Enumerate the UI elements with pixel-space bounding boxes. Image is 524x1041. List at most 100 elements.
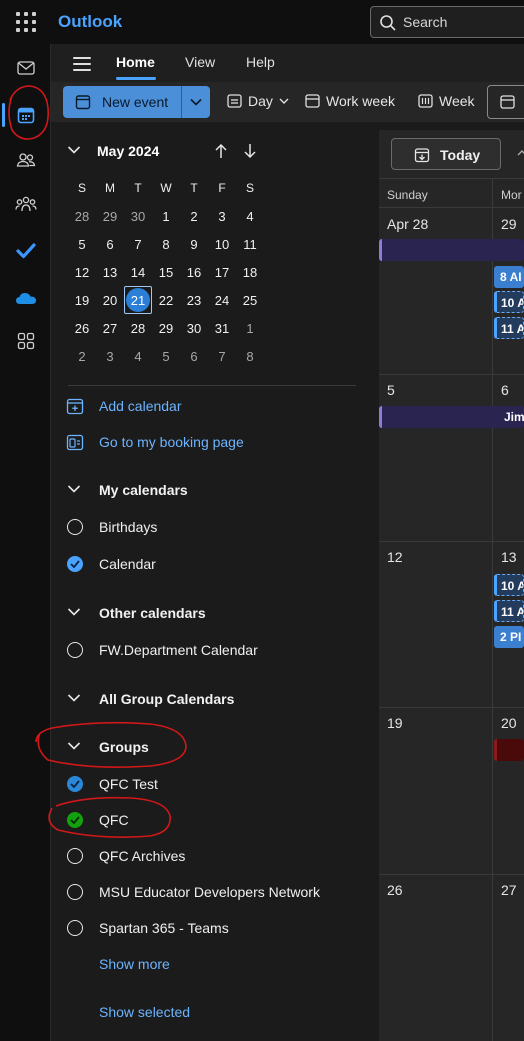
tab-view[interactable]: View bbox=[185, 54, 215, 70]
people-icon[interactable] bbox=[8, 142, 44, 178]
calendar-icon[interactable] bbox=[8, 97, 44, 133]
mini-calendar-day[interactable]: 19 bbox=[68, 286, 96, 314]
up-arrow-icon[interactable] bbox=[517, 148, 524, 158]
mini-calendar-day-number: 2 bbox=[190, 208, 198, 224]
mini-calendar-day[interactable]: 11 bbox=[236, 230, 264, 258]
mini-calendar-day[interactable]: 30 bbox=[124, 202, 152, 230]
mini-calendar-day[interactable]: 29 bbox=[152, 314, 180, 342]
mini-calendar-day-number: 28 bbox=[130, 320, 146, 336]
search-placeholder: Search bbox=[403, 14, 448, 30]
new-event-button[interactable]: New event bbox=[63, 86, 210, 118]
day-cell-label[interactable]: 27 bbox=[501, 882, 517, 898]
mini-calendar-day[interactable]: 18 bbox=[236, 258, 264, 286]
all-group-calendars-label: All Group Calendars bbox=[99, 691, 235, 707]
search-box[interactable]: Search bbox=[370, 6, 524, 38]
mini-calendar-day[interactable]: 26 bbox=[68, 314, 96, 342]
mini-calendar-day[interactable]: 3 bbox=[208, 202, 236, 230]
mini-calendar-day[interactable]: 30 bbox=[180, 314, 208, 342]
mini-calendar-day[interactable]: 8 bbox=[152, 230, 180, 258]
all-day-event[interactable] bbox=[379, 239, 524, 261]
chevron-down-icon bbox=[279, 98, 289, 104]
day-cell-label[interactable]: 5 bbox=[387, 382, 395, 398]
day-cell-label[interactable]: 13 bbox=[501, 549, 517, 565]
day-cell-label[interactable]: 19 bbox=[387, 715, 403, 731]
mini-calendar-day[interactable]: 5 bbox=[152, 342, 180, 370]
mini-calendar-day[interactable]: 22 bbox=[152, 286, 180, 314]
day-cell-label[interactable]: Apr 28 bbox=[387, 216, 428, 232]
tentative-event[interactable]: 10 A bbox=[494, 291, 524, 313]
mini-calendar-day[interactable]: 15 bbox=[152, 258, 180, 286]
mini-calendar-day[interactable]: 6 bbox=[96, 230, 124, 258]
mini-calendar-day-number: 24 bbox=[214, 292, 230, 308]
app-title[interactable]: Outlook bbox=[58, 12, 122, 32]
mini-calendar-day[interactable]: 17 bbox=[208, 258, 236, 286]
mini-calendar-day[interactable]: 28 bbox=[68, 202, 96, 230]
tentative-event[interactable]: 11 A bbox=[494, 600, 524, 622]
work-week-view-button[interactable]: Work week bbox=[305, 93, 395, 109]
tentative-event[interactable]: 10 A bbox=[494, 574, 524, 596]
mini-calendar-day[interactable]: 5 bbox=[68, 230, 96, 258]
show-selected-link[interactable]: Show selected bbox=[99, 1004, 190, 1020]
mini-calendar-day[interactable]: 27 bbox=[96, 314, 124, 342]
mini-calendar-day[interactable]: 2 bbox=[68, 342, 96, 370]
day-cell-label[interactable]: 6 bbox=[501, 382, 509, 398]
app-launcher-icon[interactable] bbox=[14, 10, 38, 34]
mini-calendar-day[interactable]: 4 bbox=[236, 202, 264, 230]
mini-calendar-day[interactable]: 13 bbox=[96, 258, 124, 286]
day-cell-label[interactable]: 12 bbox=[387, 549, 403, 565]
mini-calendar-day[interactable]: 9 bbox=[180, 230, 208, 258]
show-more-link[interactable]: Show more bbox=[99, 956, 170, 972]
mini-calendar-day[interactable]: 7 bbox=[208, 342, 236, 370]
tab-home[interactable]: Home bbox=[116, 54, 155, 70]
mini-calendar-day[interactable]: 1 bbox=[152, 202, 180, 230]
mini-calendar-day[interactable]: 10 bbox=[208, 230, 236, 258]
mini-calendar-day[interactable]: 29 bbox=[96, 202, 124, 230]
tab-home-underline bbox=[116, 77, 156, 80]
calendar-event[interactable] bbox=[494, 739, 524, 761]
mini-calendar-day[interactable]: 2 bbox=[180, 202, 208, 230]
mini-calendar-day[interactable]: 3 bbox=[96, 342, 124, 370]
tentative-event[interactable]: 11 A bbox=[494, 317, 524, 339]
day-view-button[interactable]: Day bbox=[227, 93, 289, 109]
day-cell-label[interactable]: 29 bbox=[501, 216, 517, 232]
mini-calendar-day[interactable]: 12 bbox=[68, 258, 96, 286]
mini-calendar-day[interactable]: 16 bbox=[180, 258, 208, 286]
day-cell-label[interactable]: 20 bbox=[501, 715, 517, 731]
groups-icon[interactable] bbox=[8, 187, 44, 223]
all-day-event[interactable]: Jim bbox=[379, 406, 524, 428]
month-view-button[interactable] bbox=[487, 85, 524, 119]
today-button[interactable]: Today bbox=[391, 138, 501, 170]
mini-calendar-day[interactable]: 8 bbox=[236, 342, 264, 370]
mini-calendar-day[interactable]: 31 bbox=[208, 314, 236, 342]
weekday-label: T bbox=[190, 181, 198, 195]
other-calendars-label: Other calendars bbox=[99, 605, 206, 621]
mini-calendar-day[interactable]: 20 bbox=[96, 286, 124, 314]
mini-calendar-title[interactable]: May 2024 bbox=[97, 143, 159, 159]
mini-calendar-day[interactable]: 24 bbox=[208, 286, 236, 314]
more-apps-icon[interactable] bbox=[8, 323, 44, 359]
collapse-chevron-icon[interactable] bbox=[67, 145, 81, 155]
mail-icon[interactable] bbox=[8, 50, 44, 86]
my-calendars-label: My calendars bbox=[99, 482, 188, 498]
mini-calendar-day[interactable]: 25 bbox=[236, 286, 264, 314]
onedrive-cloud-icon[interactable] bbox=[8, 280, 44, 316]
mini-calendar-day[interactable]: 4 bbox=[124, 342, 152, 370]
mini-calendar-day[interactable]: 23 bbox=[180, 286, 208, 314]
week-divider bbox=[379, 541, 524, 542]
mini-calendar-today[interactable]: 21 bbox=[124, 286, 152, 314]
week-view-button[interactable]: Week bbox=[418, 93, 475, 109]
previous-month-arrow-icon[interactable] bbox=[214, 143, 228, 159]
chevron-down-icon[interactable] bbox=[189, 95, 203, 109]
mini-calendar-day[interactable]: 28 bbox=[124, 314, 152, 342]
tab-help[interactable]: Help bbox=[246, 54, 275, 70]
mini-calendar-day[interactable]: 7 bbox=[124, 230, 152, 258]
next-month-arrow-icon[interactable] bbox=[243, 143, 257, 159]
calendar-event[interactable]: 8 AI bbox=[494, 266, 524, 288]
mini-calendar-day[interactable]: 6 bbox=[180, 342, 208, 370]
todo-check-icon[interactable] bbox=[8, 233, 44, 269]
mini-calendar-day[interactable]: 1 bbox=[236, 314, 264, 342]
day-cell-label[interactable]: 26 bbox=[387, 882, 403, 898]
calendar-event[interactable]: 2 PI bbox=[494, 626, 524, 648]
mini-calendar-day[interactable]: 14 bbox=[124, 258, 152, 286]
hamburger-menu-icon[interactable] bbox=[73, 57, 91, 71]
